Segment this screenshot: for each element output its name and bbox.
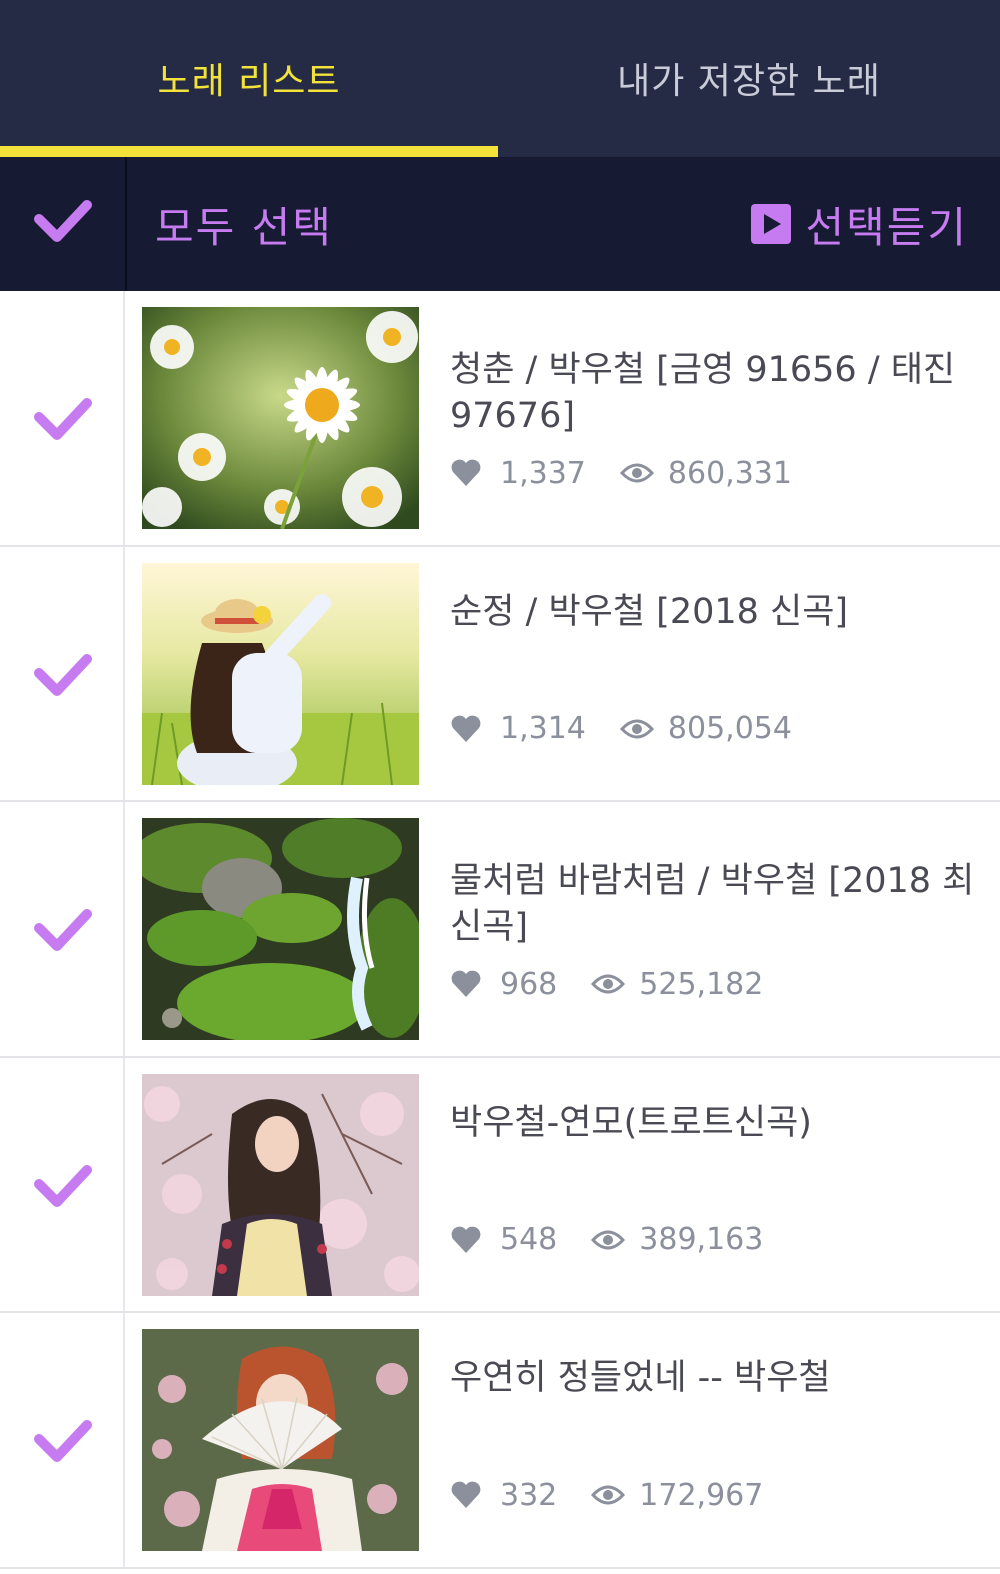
view-count: 805,054 — [667, 711, 792, 746]
select-all-label[interactable]: 모두 선택 — [155, 157, 333, 291]
heart-icon[interactable] — [450, 1480, 482, 1510]
song-stats: 548 389,163 — [450, 1220, 763, 1260]
daisy-flowers-image — [142, 307, 419, 529]
view-count: 860,331 — [667, 455, 792, 491]
song-thumbnail[interactable] — [142, 307, 419, 529]
song-stats: 1,314 805,054 — [450, 709, 792, 749]
song-title[interactable]: 물처럼 바람처럼 / 박우철 [2018 최신곡] — [450, 858, 980, 950]
song-title[interactable]: 우연히 정들었네 -- 박우철 — [450, 1355, 980, 1401]
song-row[interactable]: 순정 / 박우철 [2018 신곡] 1,314 805,054 — [0, 546, 1000, 802]
like-count: 332 — [500, 1477, 558, 1513]
heart-icon[interactable] — [450, 714, 482, 744]
eye-icon — [619, 463, 654, 483]
play-selected-button[interactable]: 선택듣기 — [751, 157, 968, 291]
active-tab-indicator — [0, 146, 498, 157]
play-icon — [751, 204, 792, 244]
song-title[interactable]: 청춘 / 박우철 [금영 91656 / 태진 97676] — [450, 347, 980, 439]
divider — [125, 157, 127, 291]
woman-in-meadow-image — [142, 562, 419, 785]
eye-icon — [591, 1230, 626, 1249]
song-row[interactable]: 우연히 정들었네 -- 박우철 332 172,967 — [0, 1313, 1000, 1569]
eye-icon — [591, 1485, 626, 1505]
song-stats: 1,337 860,331 — [450, 453, 792, 493]
song-thumbnail[interactable] — [142, 818, 419, 1040]
tab-saved-songs-label: 내가 저장한 노래 — [617, 60, 881, 102]
song-thumbnail[interactable] — [142, 1073, 419, 1296]
row-check-cell[interactable] — [0, 1313, 125, 1567]
song-row[interactable]: 박우철-연모(트로트신곡) 548 389,163 — [0, 1057, 1000, 1313]
tab-song-list-label: 노래 리스트 — [157, 60, 341, 102]
row-check-cell[interactable] — [0, 291, 125, 545]
select-all-check-icon[interactable] — [33, 197, 93, 247]
select-bar: 모두 선택 선택듣기 — [0, 157, 1000, 291]
woman-blossoms-image — [142, 1073, 419, 1296]
heart-icon[interactable] — [450, 969, 482, 999]
song-stats: 332 172,967 — [450, 1475, 763, 1515]
view-count: 172,967 — [639, 1477, 764, 1513]
play-selected-label: 선택듣기 — [805, 202, 968, 252]
song-thumbnail[interactable] — [142, 562, 419, 785]
like-count: 548 — [500, 1222, 558, 1257]
check-icon[interactable] — [33, 651, 93, 701]
check-icon[interactable] — [33, 1162, 93, 1212]
heart-icon[interactable] — [450, 1225, 482, 1255]
check-icon[interactable] — [33, 1417, 93, 1467]
song-row[interactable]: 청춘 / 박우철 [금영 91656 / 태진 97676] 1,337 860… — [0, 291, 1000, 547]
heart-icon[interactable] — [450, 458, 482, 488]
tab-bar: 노래 리스트 내가 저장한 노래 — [0, 0, 1000, 157]
song-stats: 968 525,182 — [450, 964, 763, 1004]
eye-icon — [619, 719, 654, 738]
row-check-cell[interactable] — [0, 802, 125, 1056]
song-title[interactable]: 순정 / 박우철 [2018 신곡] — [450, 589, 980, 635]
check-icon[interactable] — [33, 395, 93, 445]
row-check-cell[interactable] — [0, 1057, 125, 1311]
song-row[interactable]: 물처럼 바람처럼 / 박우철 [2018 최신곡] 968 525,182 — [0, 802, 1000, 1058]
tab-song-list[interactable]: 노래 리스트 — [0, 0, 498, 157]
view-count: 389,163 — [639, 1222, 764, 1257]
mossy-waterfall-image — [142, 818, 419, 1040]
like-count: 1,337 — [500, 455, 586, 491]
like-count: 968 — [500, 966, 558, 1002]
like-count: 1,314 — [500, 711, 586, 746]
song-list: 청춘 / 박우철 [금영 91656 / 태진 97676] 1,337 860… — [0, 291, 1000, 1569]
song-title[interactable]: 박우철-연모(트로트신곡) — [450, 1100, 980, 1146]
woman-hanbok-fan-image — [142, 1329, 419, 1551]
check-icon[interactable] — [33, 906, 93, 956]
tab-saved-songs[interactable]: 내가 저장한 노래 — [498, 0, 1000, 157]
view-count: 525,182 — [639, 966, 764, 1002]
eye-icon — [591, 974, 626, 994]
song-thumbnail[interactable] — [142, 1329, 419, 1551]
row-check-cell[interactable] — [0, 546, 125, 800]
